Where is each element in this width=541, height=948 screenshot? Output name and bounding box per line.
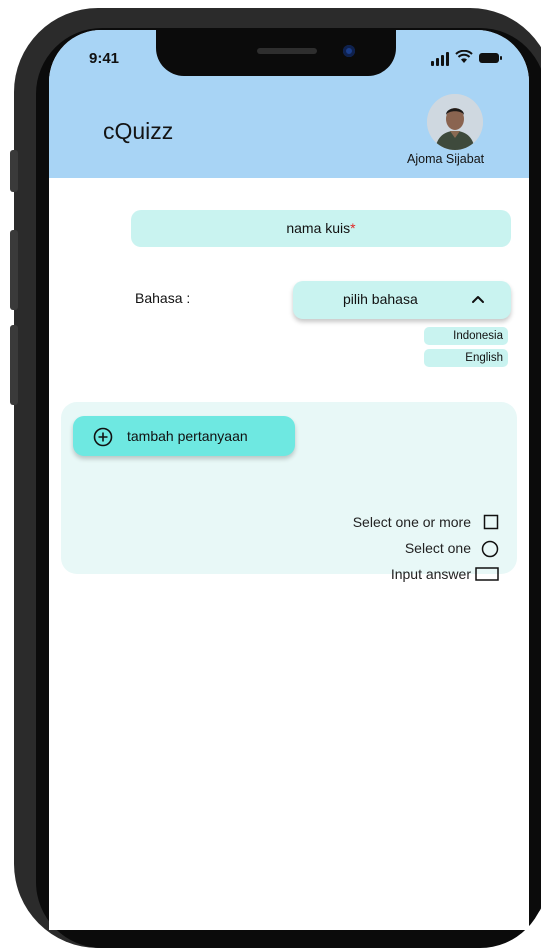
- mute-switch: [10, 150, 18, 192]
- speaker-grille: [257, 48, 317, 54]
- radio-icon: [481, 540, 499, 558]
- volume-down-button: [10, 325, 18, 405]
- avatar[interactable]: [427, 94, 483, 150]
- quiz-name-field[interactable]: nama kuis*: [131, 210, 511, 247]
- chevron-up-icon: [472, 296, 484, 303]
- add-question-label: tambah pertanyaan: [127, 428, 248, 444]
- language-select-value: pilih bahasa: [343, 291, 418, 307]
- text-input-icon: [475, 567, 499, 581]
- language-option-indonesia[interactable]: Indonesia: [424, 327, 508, 345]
- user-name: Ajoma Sijabat: [407, 152, 485, 166]
- app-title: cQuizz: [103, 118, 174, 144]
- answer-type-input-label: Input answer: [390, 566, 471, 582]
- add-question-button[interactable]: tambah pertanyaan: [73, 416, 295, 456]
- required-asterisk: *: [350, 220, 356, 236]
- plus-circle-icon: [93, 427, 113, 447]
- answer-type-single-label: Select one: [404, 540, 471, 556]
- battery-icon: [479, 53, 502, 63]
- app-screen: 9:41 cQuizz Ajoma Sijabat nama kuis* Bah…: [49, 30, 529, 930]
- status-time: 9:41: [89, 50, 120, 67]
- wifi-icon: [455, 50, 473, 63]
- quiz-name-placeholder: nama kuis: [286, 220, 351, 236]
- language-option-english[interactable]: English: [424, 349, 508, 367]
- language-label: Bahasa :: [135, 290, 191, 306]
- answer-type-multiple-label: Select one or more: [352, 514, 471, 530]
- user-photo-icon: [427, 94, 483, 150]
- app-header: 9:41 cQuizz Ajoma Sijabat: [49, 30, 529, 178]
- volume-up-button: [10, 230, 18, 310]
- checkbox-icon: [483, 514, 499, 530]
- question-panel: tambah pertanyaan Select one or more Sel…: [61, 402, 517, 582]
- status-icons: [431, 50, 507, 66]
- front-camera: [343, 45, 355, 57]
- language-select[interactable]: pilih bahasa: [293, 281, 511, 319]
